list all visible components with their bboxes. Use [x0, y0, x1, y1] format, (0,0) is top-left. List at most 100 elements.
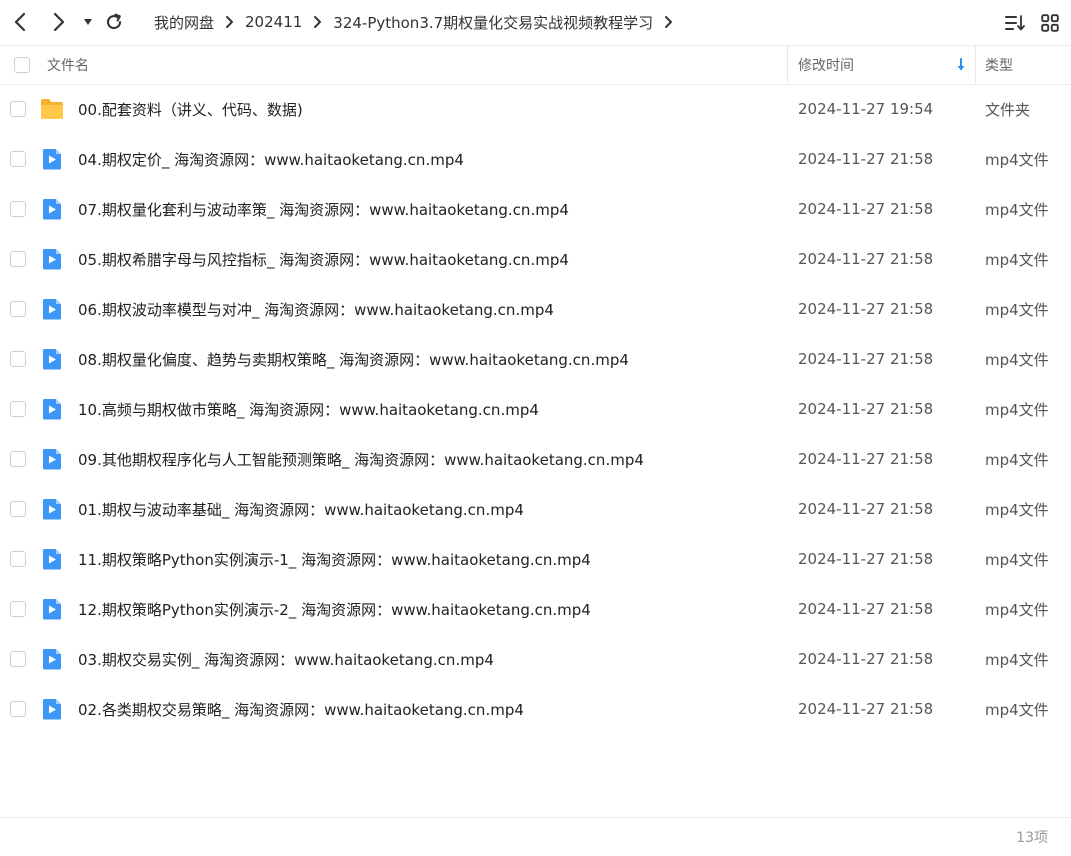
item-count: 13项 — [1016, 830, 1048, 846]
video-file-icon — [41, 397, 63, 425]
status-bar: 13项 — [0, 817, 1071, 849]
file-name[interactable]: 02.各类期权交易策略_ 海淘资源网：www.haitaoketang.cn.m… — [78, 684, 524, 734]
row-checkbox[interactable] — [10, 501, 26, 517]
row-checkbox[interactable] — [10, 101, 26, 117]
file-row[interactable]: 09.其他期权程序化与人工智能预测策略_ 海淘资源网：www.haitaoket… — [0, 434, 1071, 484]
toolbar: 我的网盘 202411 324-Python3.7期权量化交易实战视频教程学习 — [0, 0, 1071, 44]
file-type: mp4文件 — [985, 250, 1049, 269]
file-name[interactable]: 12.期权策略Python实例演示-2_ 海淘资源网：www.haitaoket… — [78, 584, 591, 634]
video-file-icon — [41, 497, 63, 525]
file-modified-time: 2024-11-27 21:58 — [798, 450, 934, 468]
file-row[interactable]: 06.期权波动率模型与对冲_ 海淘资源网：www.haitaoketang.cn… — [0, 284, 1071, 334]
file-type: mp4文件 — [985, 600, 1049, 619]
file-row[interactable]: 04.期权定价_ 海淘资源网：www.haitaoketang.cn.mp4 20… — [0, 134, 1071, 184]
file-type: mp4文件 — [985, 700, 1049, 719]
forward-button[interactable] — [45, 8, 73, 36]
file-name[interactable]: 03.期权交易实例_ 海淘资源网：www.haitaoketang.cn.mp4 — [78, 634, 494, 684]
file-type: mp4文件 — [985, 650, 1049, 669]
column-name[interactable]: 文件名 — [47, 46, 89, 84]
refresh-button[interactable] — [100, 8, 128, 36]
grid-view-icon — [1041, 14, 1059, 32]
file-name[interactable]: 06.期权波动率模型与对冲_ 海淘资源网：www.haitaoketang.cn… — [78, 284, 554, 334]
file-modified-time: 2024-11-27 21:58 — [798, 150, 934, 168]
file-type: 文件夹 — [985, 100, 1031, 119]
row-checkbox[interactable] — [10, 601, 26, 617]
file-name[interactable]: 01.期权与波动率基础_ 海淘资源网：www.haitaoketang.cn.m… — [78, 484, 524, 534]
video-file-icon — [41, 247, 63, 275]
file-row[interactable]: 03.期权交易实例_ 海淘资源网：www.haitaoketang.cn.mp4… — [0, 634, 1071, 684]
row-checkbox[interactable] — [10, 401, 26, 417]
column-modified[interactable]: 修改时间 — [798, 46, 854, 84]
video-file-icon — [41, 647, 63, 675]
breadcrumb-item-root[interactable]: 我的网盘 — [154, 12, 214, 33]
chevron-right-icon — [664, 15, 673, 29]
file-row[interactable]: 05.期权希腊字母与风控指标_ 海淘资源网：www.haitaoketang.c… — [0, 234, 1071, 284]
file-name[interactable]: 00.配套资料（讲义、代码、数据) — [78, 84, 303, 134]
file-row[interactable]: 11.期权策略Python实例演示-1_ 海淘资源网：www.haitaoket… — [0, 534, 1071, 584]
file-type: mp4文件 — [985, 400, 1049, 419]
file-type: mp4文件 — [985, 500, 1049, 519]
file-row[interactable]: 07.期权量化套利与波动率策_ 海淘资源网：www.haitaoketang.c… — [0, 184, 1071, 234]
file-type: mp4文件 — [985, 150, 1049, 169]
row-checkbox[interactable] — [10, 301, 26, 317]
row-checkbox[interactable] — [10, 151, 26, 167]
file-modified-time: 2024-11-27 19:54 — [798, 100, 934, 118]
column-divider[interactable] — [787, 46, 788, 84]
back-button[interactable] — [6, 8, 34, 36]
row-checkbox[interactable] — [10, 251, 26, 267]
file-row[interactable]: 00.配套资料（讲义、代码、数据) 2024-11-27 19:54 文件夹 — [0, 84, 1071, 134]
file-type: mp4文件 — [985, 300, 1049, 319]
chevron-right-icon — [53, 12, 65, 32]
file-modified-time: 2024-11-27 21:58 — [798, 550, 934, 568]
video-file-icon — [41, 447, 63, 475]
video-file-icon — [41, 297, 63, 325]
file-name[interactable]: 11.期权策略Python实例演示-1_ 海淘资源网：www.haitaoket… — [78, 534, 591, 584]
row-checkbox[interactable] — [10, 651, 26, 667]
file-name[interactable]: 07.期权量化套利与波动率策_ 海淘资源网：www.haitaoketang.c… — [78, 184, 569, 234]
refresh-icon — [107, 13, 122, 30]
file-modified-time: 2024-11-27 21:58 — [798, 350, 934, 368]
file-row[interactable]: 12.期权策略Python实例演示-2_ 海淘资源网：www.haitaoket… — [0, 584, 1071, 634]
row-checkbox[interactable] — [10, 701, 26, 717]
file-modified-time: 2024-11-27 21:58 — [798, 700, 934, 718]
file-modified-time: 2024-11-27 21:58 — [798, 300, 934, 318]
file-type: mp4文件 — [985, 550, 1049, 569]
file-list-header: 文件名 修改时间 类型 — [0, 45, 1071, 85]
file-modified-time: 2024-11-27 21:58 — [798, 250, 934, 268]
file-name[interactable]: 10.高频与期权做市策略_ 海淘资源网：www.haitaoketang.cn.… — [78, 384, 539, 434]
row-checkbox[interactable] — [10, 351, 26, 367]
breadcrumb-item-current[interactable]: 324-Python3.7期权量化交易实战视频教程学习 — [333, 12, 653, 33]
file-row[interactable]: 02.各类期权交易策略_ 海淘资源网：www.haitaoketang.cn.m… — [0, 684, 1071, 734]
file-row[interactable]: 10.高频与期权做市策略_ 海淘资源网：www.haitaoketang.cn.… — [0, 384, 1071, 434]
breadcrumb: 我的网盘 202411 324-Python3.7期权量化交易实战视频教程学习 — [154, 0, 684, 44]
file-type: mp4文件 — [985, 450, 1049, 469]
file-modified-time: 2024-11-27 21:58 — [798, 500, 934, 518]
file-name[interactable]: 04.期权定价_ 海淘资源网：www.haitaoketang.cn.mp4 — [78, 134, 464, 184]
file-name[interactable]: 05.期权希腊字母与风控指标_ 海淘资源网：www.haitaoketang.c… — [78, 234, 569, 284]
history-dropdown-button[interactable] — [74, 8, 102, 36]
video-file-icon — [41, 697, 63, 725]
file-type: mp4文件 — [985, 200, 1049, 219]
file-row[interactable]: 08.期权量化偏度、趋势与卖期权策略_ 海淘资源网：www.haitaoketa… — [0, 334, 1071, 384]
row-checkbox[interactable] — [10, 201, 26, 217]
sort-list-button[interactable] — [1003, 11, 1027, 35]
video-file-icon — [41, 347, 63, 375]
caret-down-icon — [84, 19, 92, 25]
column-divider[interactable] — [975, 46, 976, 84]
file-name[interactable]: 08.期权量化偏度、趋势与卖期权策略_ 海淘资源网：www.haitaoketa… — [78, 334, 629, 384]
grid-view-button[interactable] — [1038, 11, 1062, 35]
column-type[interactable]: 类型 — [985, 46, 1013, 84]
breadcrumb-item-folder[interactable]: 202411 — [245, 13, 302, 31]
chevron-right-icon — [313, 15, 322, 29]
file-modified-time: 2024-11-27 21:58 — [798, 650, 934, 668]
video-file-icon — [41, 197, 63, 225]
file-name[interactable]: 09.其他期权程序化与人工智能预测策略_ 海淘资源网：www.haitaoket… — [78, 434, 644, 484]
chevron-right-icon — [225, 15, 234, 29]
row-checkbox[interactable] — [10, 451, 26, 467]
file-row[interactable]: 01.期权与波动率基础_ 海淘资源网：www.haitaoketang.cn.m… — [0, 484, 1071, 534]
video-file-icon — [41, 147, 63, 175]
sort-desc-arrow-icon[interactable] — [956, 46, 966, 84]
row-checkbox[interactable] — [10, 551, 26, 567]
select-all-checkbox[interactable] — [14, 57, 30, 73]
select-all-checkbox-wrap — [14, 46, 30, 84]
